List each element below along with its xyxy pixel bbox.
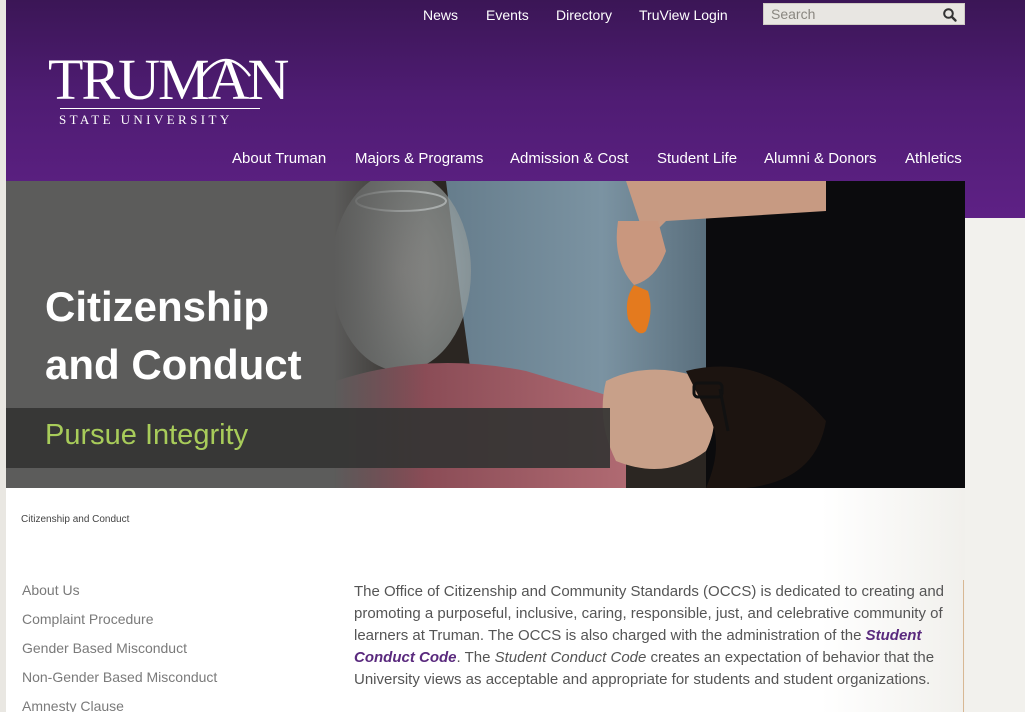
search-input[interactable] [764, 4, 939, 24]
utility-link-truview-login[interactable]: TruView Login [639, 7, 728, 23]
content-divider [963, 580, 964, 712]
truman-logo[interactable]: TRUMAN STATE UNIVERSITY [48, 50, 289, 130]
utility-link-directory[interactable]: Directory [556, 7, 612, 23]
hero-subtitle: Pursue Integrity [45, 419, 249, 451]
intro-paragraph: The Office of Citizenship and Community … [354, 581, 954, 691]
logo-subtitle: STATE UNIVERSITY [59, 112, 233, 127]
hero-banner: Citizenship and Conduct Pursue Integrity [6, 181, 965, 488]
side-nav-non-gender-based-misconduct[interactable]: Non-Gender Based Misconduct [22, 669, 217, 685]
side-nav-about-us[interactable]: About Us [22, 582, 80, 598]
utility-link-events[interactable]: Events [486, 7, 529, 23]
page-title-line-2: and Conduct [45, 341, 302, 388]
page-title: Citizenship and Conduct [45, 278, 302, 394]
intro-text-b: . The [456, 649, 495, 666]
main-content: The Office of Citizenship and Community … [354, 581, 954, 691]
breadcrumb: Citizenship and Conduct [21, 514, 130, 525]
student-conduct-code-emphasis: Student Conduct Code [494, 649, 647, 666]
side-nav-gender-based-misconduct[interactable]: Gender Based Misconduct [22, 640, 187, 656]
nav-student-life[interactable]: Student Life [657, 150, 737, 167]
side-nav-amnesty-clause[interactable]: Amnesty Clause [22, 698, 124, 712]
logo-arc-icon [201, 58, 251, 77]
search-box [763, 3, 965, 25]
hero-subtitle-band: Pursue Integrity [6, 408, 610, 468]
side-nav-complaint-procedure[interactable]: Complaint Procedure [22, 611, 154, 627]
nav-majors-programs[interactable]: Majors & Programs [355, 150, 483, 167]
page-title-line-1: Citizenship [45, 283, 270, 330]
nav-admission-cost[interactable]: Admission & Cost [510, 150, 628, 167]
logo-divider [60, 108, 260, 109]
nav-about-truman[interactable]: About Truman [232, 150, 326, 167]
nav-alumni-donors[interactable]: Alumni & Donors [764, 150, 877, 167]
intro-text-a: The Office of Citizenship and Community … [354, 583, 945, 644]
search-icon[interactable] [942, 7, 958, 23]
nav-athletics[interactable]: Athletics [905, 150, 962, 167]
utility-link-news[interactable]: News [423, 7, 458, 23]
page-margin [965, 218, 1025, 712]
